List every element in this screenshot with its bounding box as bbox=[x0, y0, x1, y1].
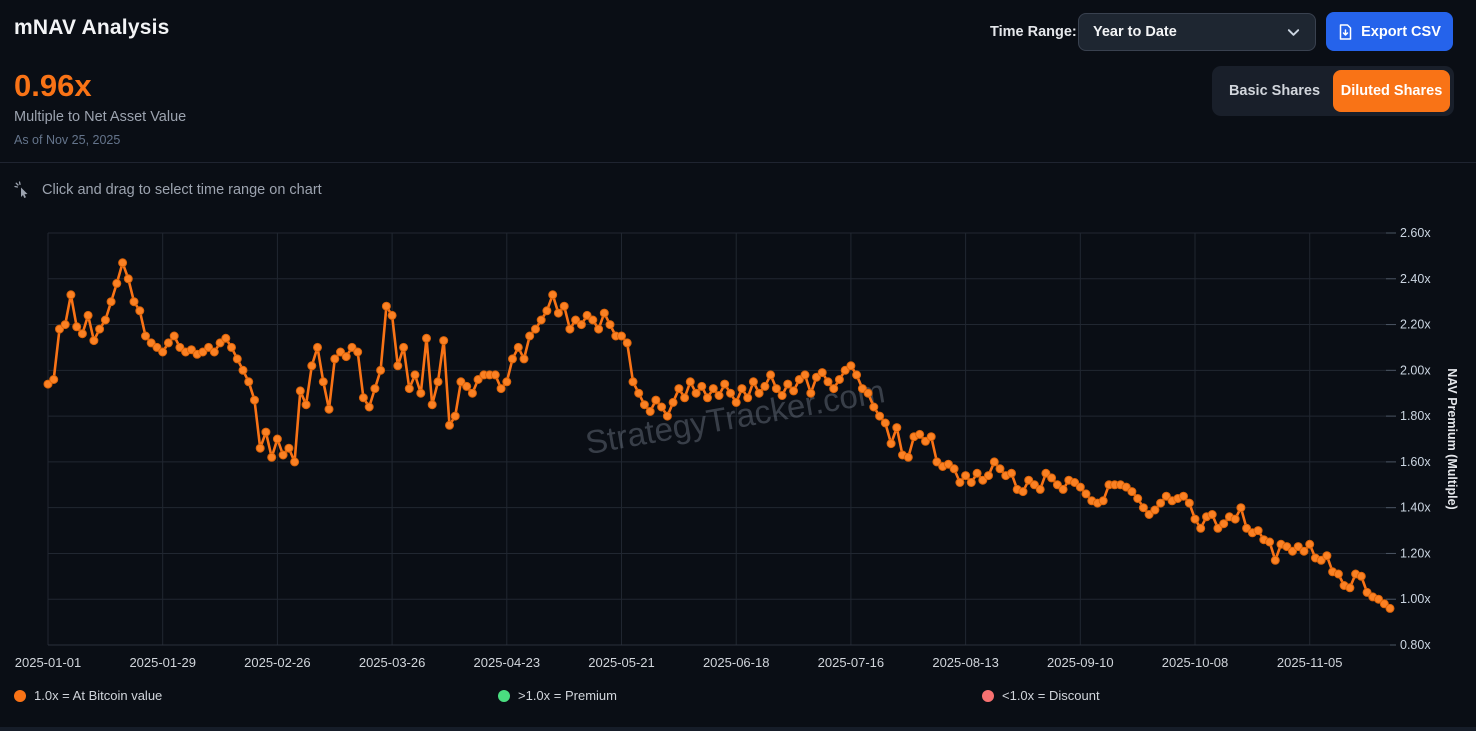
svg-text:2025-11-05: 2025-11-05 bbox=[1277, 655, 1343, 670]
svg-text:2.60x: 2.60x bbox=[1400, 226, 1431, 240]
time-range-label: Time Range: bbox=[990, 24, 1077, 40]
legend-item-discount: <1.0x = Discount bbox=[982, 688, 1100, 703]
chevron-down-icon bbox=[1286, 25, 1301, 40]
legend-dot-red bbox=[982, 690, 994, 702]
svg-text:2.40x: 2.40x bbox=[1400, 272, 1431, 286]
svg-text:1.00x: 1.00x bbox=[1400, 592, 1431, 606]
export-csv-button[interactable]: Export CSV bbox=[1326, 12, 1453, 51]
watermark: StrategyTracker.com bbox=[582, 372, 887, 461]
legend-item-premium: >1.0x = Premium bbox=[498, 688, 617, 703]
diluted-shares-button[interactable]: Diluted Shares bbox=[1333, 70, 1450, 112]
y-axis-title: NAV Premium (Multiple) bbox=[1445, 368, 1459, 509]
time-range-value: Year to Date bbox=[1093, 24, 1177, 40]
page-title: mNAV Analysis bbox=[14, 16, 170, 40]
svg-text:2025-09-10: 2025-09-10 bbox=[1047, 655, 1114, 670]
cursor-click-icon bbox=[14, 181, 32, 199]
svg-text:2025-05-21: 2025-05-21 bbox=[588, 655, 655, 670]
svg-text:2025-04-23: 2025-04-23 bbox=[474, 655, 541, 670]
mnav-chart[interactable]: 2025-01-01 2025-01-29 2025-02-26 2025-03-26… bbox=[0, 210, 1476, 680]
share-type-toggle: Basic Shares Diluted Shares bbox=[1212, 66, 1454, 116]
svg-text:2025-02-26: 2025-02-26 bbox=[244, 655, 311, 670]
legend-dot-green bbox=[498, 690, 510, 702]
svg-text:1.60x: 1.60x bbox=[1400, 455, 1431, 469]
svg-text:2025-10-08: 2025-10-08 bbox=[1162, 655, 1229, 670]
svg-text:2025-03-26: 2025-03-26 bbox=[359, 655, 426, 670]
chart-legend: 1.0x = At Bitcoin value >1.0x = Premium … bbox=[0, 688, 1476, 714]
svg-text:1.20x: 1.20x bbox=[1400, 546, 1431, 560]
svg-text:2025-01-29: 2025-01-29 bbox=[129, 655, 196, 670]
mnav-chart-svg[interactable]: 2025-01-01 2025-01-29 2025-02-26 2025-03-26… bbox=[0, 210, 1476, 680]
mnav-metric-label: Multiple to Net Asset Value bbox=[14, 109, 186, 125]
basic-shares-button[interactable]: Basic Shares bbox=[1216, 70, 1333, 112]
header-divider bbox=[0, 162, 1476, 163]
legend-dot-orange bbox=[14, 690, 26, 702]
svg-text:2025-06-18: 2025-06-18 bbox=[703, 655, 770, 670]
time-range-dropdown[interactable]: Year to Date bbox=[1078, 13, 1316, 51]
svg-text:2.20x: 2.20x bbox=[1400, 318, 1431, 332]
svg-text:1.80x: 1.80x bbox=[1400, 409, 1431, 423]
chart-hint-text: Click and drag to select time range on c… bbox=[42, 182, 322, 198]
svg-text:0.80x: 0.80x bbox=[1400, 638, 1431, 652]
svg-text:2025-08-13: 2025-08-13 bbox=[932, 655, 999, 670]
export-file-icon bbox=[1338, 24, 1353, 40]
svg-text:2025-07-16: 2025-07-16 bbox=[818, 655, 885, 670]
svg-text:2.00x: 2.00x bbox=[1400, 363, 1431, 377]
chart-hint: Click and drag to select time range on c… bbox=[14, 181, 322, 199]
svg-text:1.40x: 1.40x bbox=[1400, 501, 1431, 515]
svg-text:2025-01-01: 2025-01-01 bbox=[15, 655, 82, 670]
legend-item-at-value: 1.0x = At Bitcoin value bbox=[14, 688, 162, 703]
as-of-date: As of Nov 25, 2025 bbox=[14, 133, 120, 147]
mnav-metric-value: 0.96x bbox=[14, 68, 92, 104]
bottom-strip bbox=[0, 727, 1476, 731]
